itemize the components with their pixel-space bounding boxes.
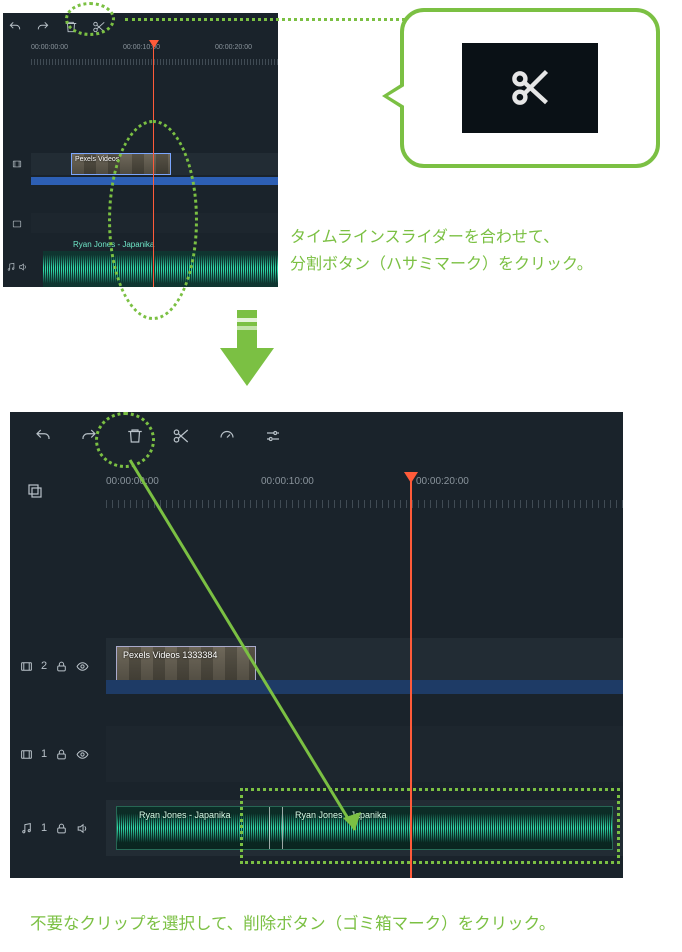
track-head-video[interactable] [3, 213, 31, 235]
playhead[interactable] [153, 40, 154, 287]
instruction-text-1: タイムラインスライダーを合わせて、 分割ボタン（ハサミマーク）をクリック。 [290, 224, 670, 278]
ruler-label: 00:00:00:00 [31, 44, 68, 51]
track-head-audio[interactable] [3, 249, 31, 285]
undo-icon[interactable] [32, 425, 54, 447]
track-number: 1 [41, 822, 47, 834]
track-number: 2 [41, 660, 47, 672]
toolbar [10, 412, 623, 460]
flow-arrow-down [220, 310, 274, 386]
instruction-text-2: 不要なクリップを選択して、削除ボタン（ゴミ箱マーク）をクリック。 [30, 910, 660, 934]
scissors-zoom [462, 43, 598, 133]
clip-label: Pexels Videos 1333384 [123, 650, 217, 660]
ruler-label: 00:00:20:00 [416, 476, 469, 487]
undo-icon[interactable] [7, 19, 23, 35]
track-head-audio-1[interactable]: 1 [10, 800, 106, 856]
trash-icon[interactable] [63, 19, 79, 35]
clip-split-mark [269, 807, 270, 849]
scissors-icon[interactable] [170, 425, 192, 447]
music-icon [20, 822, 33, 835]
sliders-icon[interactable] [262, 425, 284, 447]
time-ruler[interactable]: 00:00:00:00 00:00:10:00 00:00:20:00 [106, 472, 623, 508]
ruler-label: 00:00:00:00 [106, 476, 159, 487]
caption-line: タイムラインスライダーを合わせて、 [290, 224, 670, 251]
audio-clip[interactable]: Ryan Jones - Japanika Ryan Jones - Japan… [116, 806, 613, 850]
redo-icon[interactable] [78, 425, 100, 447]
scissors-icon [508, 66, 552, 110]
video-track[interactable]: Pexels Videos [31, 153, 278, 175]
eye-icon[interactable] [76, 660, 89, 673]
lock-icon[interactable] [55, 660, 68, 673]
track-head-video[interactable] [3, 153, 31, 175]
copy-stack-icon[interactable] [26, 482, 44, 500]
video-track-spacer [31, 177, 278, 185]
lock-icon[interactable] [55, 822, 68, 835]
lock-icon[interactable] [55, 748, 68, 761]
clip-label: Pexels Videos [75, 156, 119, 163]
film-icon [20, 660, 33, 673]
trash-icon[interactable] [124, 425, 146, 447]
volume-icon[interactable] [76, 822, 89, 835]
redo-icon[interactable] [35, 19, 51, 35]
scissors-icon[interactable] [91, 19, 107, 35]
track-head-video-2[interactable]: 2 [10, 638, 106, 694]
audio-clip-label: Ryan Jones - Japanika [139, 810, 231, 820]
track-head-video-1[interactable]: 1 [10, 726, 106, 782]
clip-split-mark [282, 807, 283, 849]
speed-icon[interactable] [216, 425, 238, 447]
audio-track[interactable]: Ryan Jones - Japanika Ryan Jones - Japan… [106, 800, 623, 856]
film-icon [20, 748, 33, 761]
callout-bubble [400, 8, 660, 168]
ruler-label: 00:00:10:00 [261, 476, 314, 487]
video-track-spacer [106, 680, 623, 694]
audio-clip[interactable] [43, 251, 278, 287]
ruler-label: 00:00:20:00 [215, 44, 252, 51]
audio-clip-label: Ryan Jones - Japanika [295, 810, 387, 820]
waveform [43, 251, 278, 287]
timeline-editor-large: 00:00:00:00 00:00:10:00 00:00:20:00 2 Pe… [10, 412, 623, 878]
timeline-editor-small: 分割 (Ctrl+B) 00:00:00:00 00:00:10:00 00:0… [3, 13, 278, 287]
playhead[interactable] [410, 472, 412, 878]
video-clip[interactable]: Pexels Videos [71, 153, 171, 175]
video-track-empty[interactable] [31, 213, 278, 233]
track-number: 1 [41, 748, 47, 760]
video-track-empty[interactable] [106, 726, 623, 782]
eye-icon[interactable] [76, 748, 89, 761]
caption-line: 分割ボタン（ハサミマーク）をクリック。 [290, 251, 670, 278]
audio-clip-label: Ryan Jones - Japanika [73, 240, 154, 249]
toolbar [3, 13, 278, 41]
